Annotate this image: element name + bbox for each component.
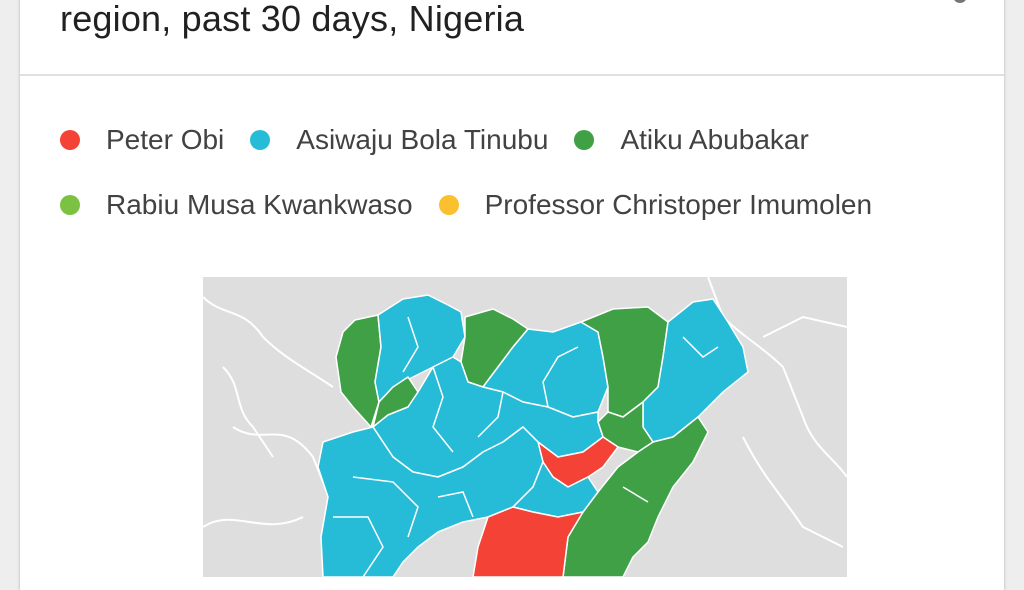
legend-dot [574, 130, 595, 150]
legend-label: Asiwaju Bola Tinubu [296, 124, 549, 155]
legend-label: Peter Obi [106, 124, 225, 155]
legend-item-tinubu[interactable]: Asiwaju Bola Tinubu [250, 124, 548, 156]
card-title: region, past 30 days, Nigeria [60, 0, 525, 39]
border-line [742, 436, 844, 548]
legend-item-imumolen[interactable]: Professor Christoper Imumolen [438, 189, 873, 221]
border-line [203, 296, 334, 388]
legend-dot [250, 130, 271, 150]
legend-row-2: Rabiu Musa Kwankwaso Professor Christope… [60, 187, 898, 223]
border-line [203, 516, 304, 528]
chart-card: region, past 30 days, Nigeria Peter Obi … [20, 0, 1004, 590]
nigeria-map [203, 277, 847, 577]
legend-dot [60, 130, 80, 150]
share-icon[interactable] [930, 0, 974, 12]
legend-dot [60, 195, 80, 215]
border-line [222, 366, 274, 458]
legend-label: Rabiu Musa Kwankwaso [106, 189, 413, 220]
border-line [762, 315, 847, 338]
legend-label: Professor Christoper Imumolen [484, 189, 873, 220]
legend-item-atiku[interactable]: Atiku Abubakar [574, 124, 809, 156]
legend-label: Atiku Abubakar [620, 124, 809, 155]
legend-row-1: Peter Obi Asiwaju Bola Tinubu Atiku Abub… [60, 122, 835, 158]
legend-dot [438, 195, 459, 215]
card-header: region, past 30 days, Nigeria [20, 0, 1004, 76]
state-region [335, 314, 382, 428]
map-svg [203, 277, 847, 577]
legend-item-peter-obi[interactable]: Peter Obi [60, 124, 224, 156]
legend-item-kwankwaso[interactable]: Rabiu Musa Kwankwaso [60, 189, 413, 221]
